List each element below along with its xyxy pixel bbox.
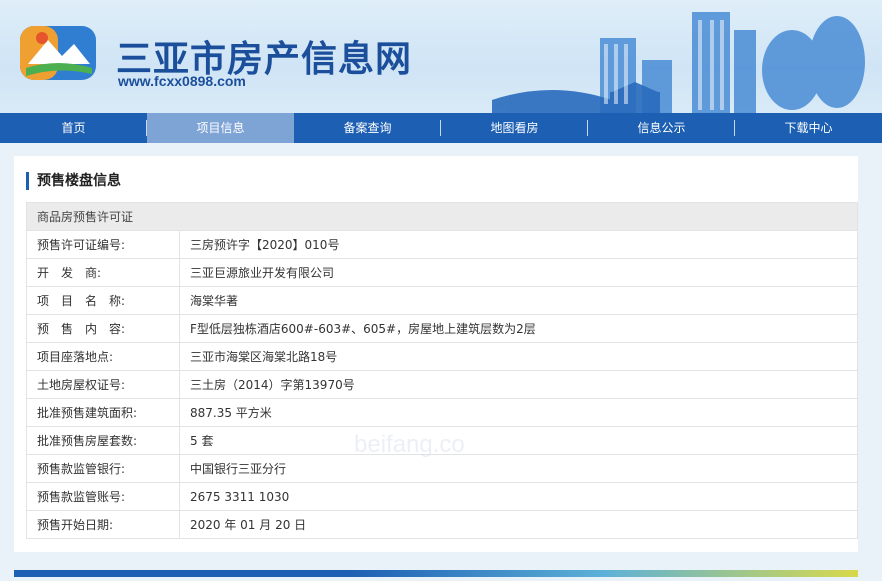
- main-nav: 首页 项目信息 备案查询 地图看房 信息公示 下载中心: [0, 113, 882, 143]
- table-row: 项目座落地点: 三亚市海棠区海棠北路18号: [26, 342, 858, 371]
- table-row: 预售款监管账号: 2675 3311 1030: [26, 482, 858, 511]
- nav-home-label: 首页: [61, 121, 86, 135]
- row-value: 5 套: [179, 426, 858, 455]
- row-value: 2675 3311 1030: [179, 482, 858, 511]
- row-label: 批准预售房屋套数:: [26, 426, 180, 455]
- nav-info-notice-label: 信息公示: [637, 121, 686, 135]
- watermark: beifang.co: [354, 431, 465, 458]
- table-row: 项 目 名 称: 海棠华著: [26, 286, 858, 315]
- row-value: 三亚巨源旅业开发有限公司: [179, 258, 858, 287]
- row-label: 项目座落地点:: [26, 342, 180, 371]
- nav-project-info-label: 项目信息: [196, 121, 245, 135]
- row-label: 预售款监管银行:: [26, 454, 180, 483]
- row-label: 预售开始日期:: [26, 510, 180, 539]
- presale-info-table: 商品房预售许可证 预售许可证编号: 三房预许字【2020】010号开 发 商: 三亚…: [26, 202, 858, 539]
- row-label: 项 目 名 称:: [26, 286, 180, 315]
- nav-map-view-label: 地图看房: [490, 121, 539, 135]
- city-skyline-illustration: [492, 12, 865, 113]
- nav-map-view[interactable]: 地图看房: [441, 113, 588, 143]
- row-label: 土地房屋权证号:: [26, 370, 180, 399]
- nav-download-center-label: 下载中心: [784, 121, 833, 135]
- row-value: 中国银行三亚分行: [179, 454, 858, 483]
- nav-filing-query[interactable]: 备案查询: [294, 113, 441, 143]
- nav-project-info[interactable]: 项目信息: [147, 113, 294, 143]
- nav-home[interactable]: 首页: [0, 113, 147, 143]
- site-header: 三亚市房产信息网 www.fcxx0898.com: [0, 0, 882, 113]
- table-heading-row: 商品房预售许可证: [26, 202, 858, 231]
- row-value: 三亚市海棠区海棠北路18号: [179, 342, 858, 371]
- row-value: 887.35 平方米: [179, 398, 858, 427]
- row-label: 预售款监管账号:: [26, 482, 180, 511]
- footer-bar: [14, 570, 858, 577]
- table-row: 预 售 内 容: F型低层独栋酒店600#-603#、605#，房屋地上建筑层数为…: [26, 314, 858, 343]
- row-value: 三房预许字【2020】010号: [179, 230, 858, 259]
- row-value: 2020 年 01 月 20 日: [179, 510, 858, 539]
- table-heading: 商品房预售许可证: [26, 202, 858, 231]
- site-url[interactable]: www.fcxx0898.com: [118, 73, 246, 89]
- content-panel: 预售楼盘信息 商品房预售许可证 预售许可证编号: 三房预许字【2020】010号开…: [14, 156, 858, 552]
- table-row: 预售许可证编号: 三房预许字【2020】010号: [26, 230, 858, 259]
- logo-icon[interactable]: [18, 22, 98, 86]
- table-row: 预售开始日期: 2020 年 01 月 20 日: [26, 510, 858, 539]
- table-row: 土地房屋权证号: 三土房（2014）字第13970号: [26, 370, 858, 399]
- nav-filing-query-label: 备案查询: [343, 121, 392, 135]
- row-label: 预 售 内 容:: [26, 314, 180, 343]
- section-title: 预售楼盘信息: [26, 172, 121, 190]
- row-label: 批准预售建筑面积:: [26, 398, 180, 427]
- row-label: 开 发 商:: [26, 258, 180, 287]
- row-label: 预售许可证编号:: [26, 230, 180, 259]
- table-row: 开 发 商: 三亚巨源旅业开发有限公司: [26, 258, 858, 287]
- row-value: F型低层独栋酒店600#-603#、605#，房屋地上建筑层数为2层: [179, 314, 858, 343]
- nav-info-notice[interactable]: 信息公示: [588, 113, 735, 143]
- row-value: 海棠华著: [179, 286, 858, 315]
- nav-download-center[interactable]: 下载中心: [735, 113, 882, 143]
- row-value: 三土房（2014）字第13970号: [179, 370, 858, 399]
- table-row: 批准预售建筑面积: 887.35 平方米: [26, 398, 858, 427]
